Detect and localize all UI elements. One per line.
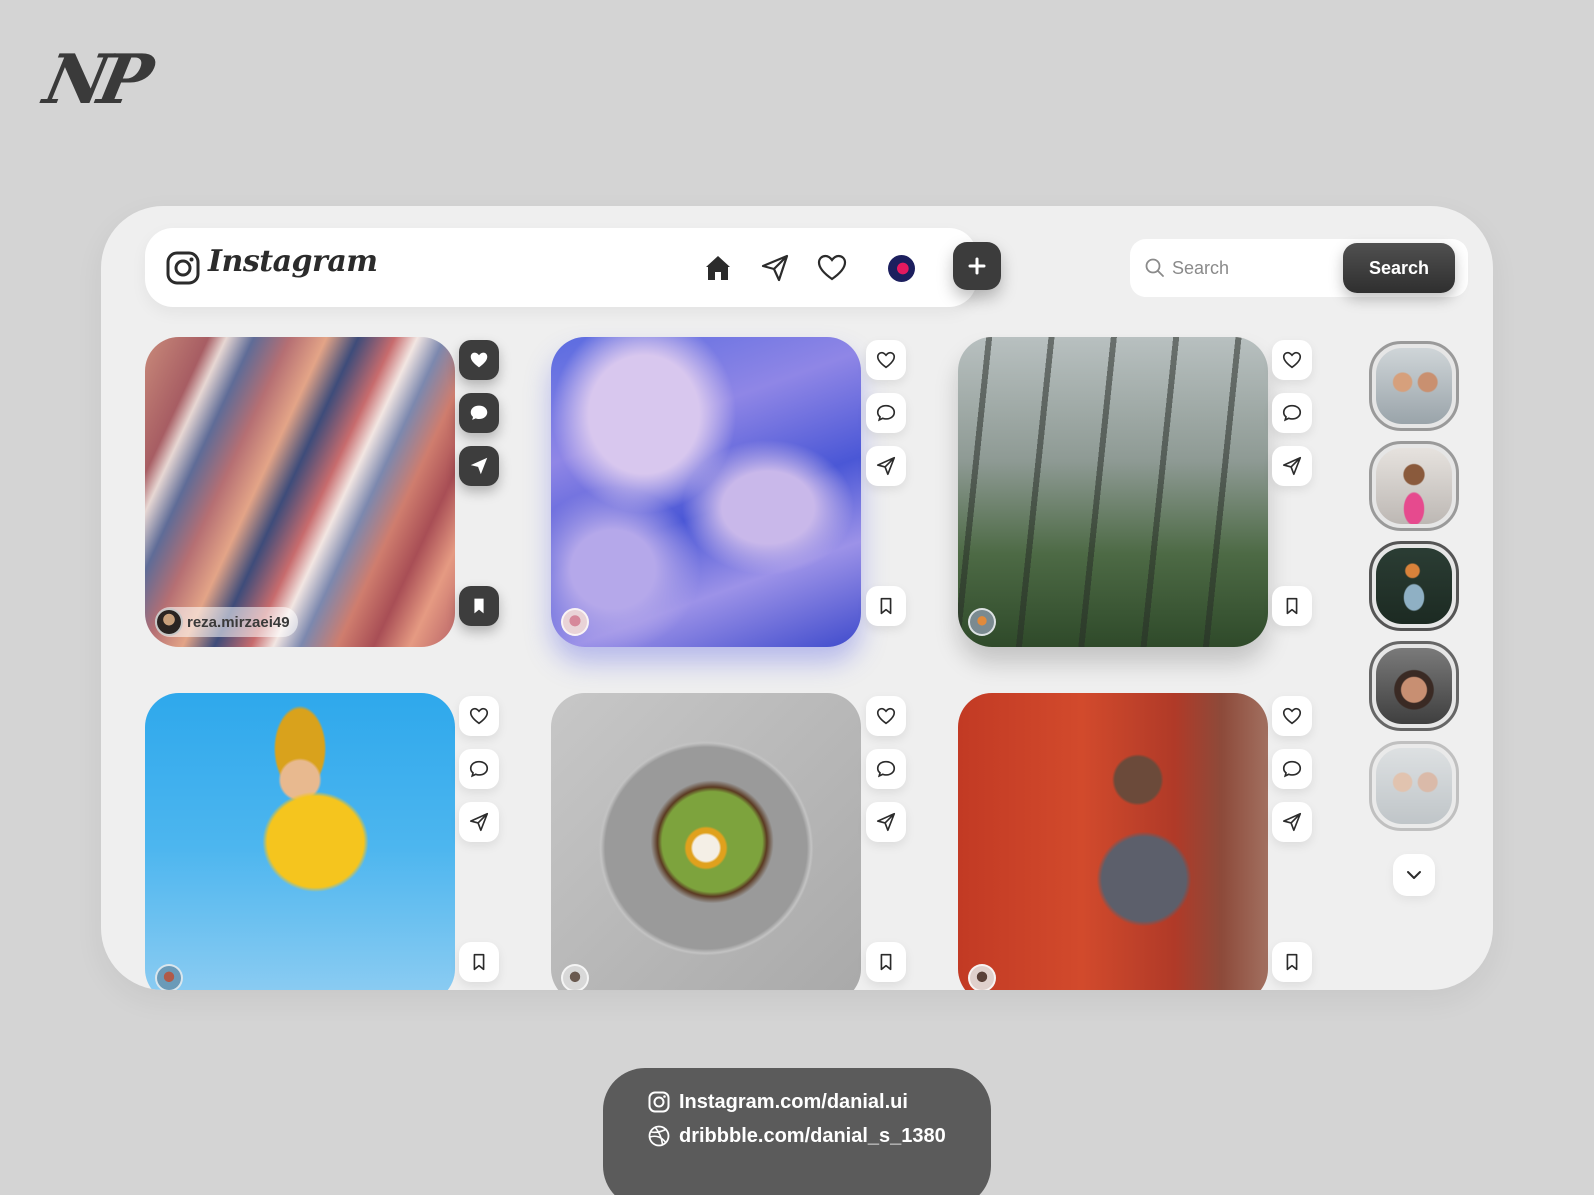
comment-button[interactable] bbox=[866, 393, 906, 433]
comment-button[interactable] bbox=[866, 749, 906, 789]
comment-icon bbox=[1282, 404, 1302, 422]
owner-avatar bbox=[561, 964, 589, 990]
instagram-icon bbox=[648, 1091, 670, 1113]
heart-icon bbox=[469, 707, 489, 725]
heart-icon bbox=[876, 351, 896, 369]
contact-card: Instagram.com/danial.ui dribbble.com/dan… bbox=[603, 1068, 991, 1195]
owner-avatar bbox=[561, 608, 589, 636]
owner-avatar bbox=[968, 964, 996, 990]
comment-filled-icon bbox=[470, 405, 488, 420]
send-icon bbox=[469, 812, 489, 832]
dribbble-link[interactable]: dribbble.com/danial_s_1380 bbox=[647, 1124, 946, 1148]
home-icon[interactable] bbox=[702, 252, 734, 284]
add-post-button[interactable] bbox=[953, 242, 1001, 290]
comment-icon bbox=[876, 760, 896, 778]
search-input[interactable] bbox=[1172, 253, 1332, 283]
owner-avatar bbox=[155, 608, 183, 636]
like-button[interactable] bbox=[1272, 340, 1312, 380]
post-owner-avatar[interactable] bbox=[968, 963, 998, 990]
more-stories-button[interactable] bbox=[1393, 854, 1435, 896]
post-image[interactable] bbox=[145, 693, 455, 990]
search-button[interactable]: Search bbox=[1343, 243, 1455, 293]
bookmark-icon bbox=[1286, 597, 1298, 615]
owner-avatar bbox=[155, 964, 183, 990]
share-button[interactable] bbox=[866, 802, 906, 842]
instagram-wordmark[interactable]: Instagram bbox=[208, 244, 378, 279]
heart-icon bbox=[876, 707, 896, 725]
send-icon bbox=[1282, 812, 1302, 832]
profile-avatar[interactable] bbox=[888, 255, 915, 282]
bookmark-icon bbox=[880, 953, 892, 971]
share-button[interactable] bbox=[1272, 446, 1312, 486]
bookmark-icon bbox=[473, 953, 485, 971]
post-image[interactable] bbox=[551, 693, 861, 990]
send-icon bbox=[876, 456, 896, 476]
post-owner-avatar[interactable] bbox=[155, 963, 185, 990]
save-button[interactable] bbox=[459, 586, 499, 626]
send-icon[interactable] bbox=[759, 252, 791, 284]
top-navigation-bar: Instagram bbox=[145, 228, 977, 307]
story-avatar[interactable] bbox=[1369, 441, 1459, 531]
share-button[interactable] bbox=[459, 802, 499, 842]
like-button[interactable] bbox=[866, 696, 906, 736]
comment-icon bbox=[1282, 760, 1302, 778]
save-button[interactable] bbox=[1272, 586, 1312, 626]
chevron-down-icon bbox=[1407, 871, 1421, 879]
send-filled-icon bbox=[470, 457, 488, 475]
instagram-panel: Instagram Search reza.mirzaei49 bbox=[101, 206, 1493, 990]
post-owner-avatar[interactable] bbox=[561, 963, 591, 990]
heart-icon bbox=[1282, 351, 1302, 369]
comment-icon bbox=[469, 760, 489, 778]
story-avatar[interactable] bbox=[1369, 341, 1459, 431]
post-image[interactable] bbox=[958, 693, 1268, 990]
share-button[interactable] bbox=[459, 446, 499, 486]
like-button[interactable] bbox=[459, 696, 499, 736]
dribbble-url: dribbble.com/danial_s_1380 bbox=[679, 1124, 946, 1147]
bookmark-icon bbox=[880, 597, 892, 615]
save-button[interactable] bbox=[1272, 942, 1312, 982]
owner-username: reza.mirzaei49 bbox=[187, 613, 290, 631]
save-button[interactable] bbox=[866, 586, 906, 626]
comment-button[interactable] bbox=[459, 749, 499, 789]
instagram-logo-icon[interactable] bbox=[165, 250, 201, 286]
post-image[interactable]: reza.mirzaei49 bbox=[145, 337, 455, 647]
like-button[interactable] bbox=[866, 340, 906, 380]
post-owner-avatar[interactable] bbox=[968, 607, 998, 637]
brand-logo: NP bbox=[37, 40, 152, 120]
heart-icon[interactable] bbox=[816, 252, 848, 284]
heart-filled-icon bbox=[470, 352, 488, 368]
like-button[interactable] bbox=[1272, 696, 1312, 736]
comment-button[interactable] bbox=[459, 393, 499, 433]
instagram-url: Instagram.com/danial.ui bbox=[679, 1090, 908, 1113]
plus-icon bbox=[968, 257, 986, 275]
story-avatar[interactable] bbox=[1369, 641, 1459, 731]
send-icon bbox=[876, 812, 896, 832]
instagram-link[interactable]: Instagram.com/danial.ui bbox=[647, 1090, 908, 1114]
comment-button[interactable] bbox=[1272, 393, 1312, 433]
send-icon bbox=[1282, 456, 1302, 476]
story-avatar[interactable] bbox=[1369, 741, 1459, 831]
share-button[interactable] bbox=[866, 446, 906, 486]
post-image[interactable] bbox=[958, 337, 1268, 647]
bookmark-icon bbox=[1286, 953, 1298, 971]
dribbble-icon bbox=[648, 1125, 670, 1147]
post-image[interactable] bbox=[551, 337, 861, 647]
comment-icon bbox=[876, 404, 896, 422]
save-button[interactable] bbox=[866, 942, 906, 982]
share-button[interactable] bbox=[1272, 802, 1312, 842]
story-avatar[interactable] bbox=[1369, 541, 1459, 631]
save-button[interactable] bbox=[459, 942, 499, 982]
post-owner-avatar[interactable] bbox=[561, 607, 591, 637]
owner-avatar bbox=[968, 608, 996, 636]
heart-icon bbox=[1282, 707, 1302, 725]
bookmark-filled-icon bbox=[474, 598, 484, 614]
post-owner-tag[interactable]: reza.mirzaei49 bbox=[155, 607, 298, 637]
comment-button[interactable] bbox=[1272, 749, 1312, 789]
like-button[interactable] bbox=[459, 340, 499, 380]
search-icon bbox=[1145, 258, 1164, 277]
